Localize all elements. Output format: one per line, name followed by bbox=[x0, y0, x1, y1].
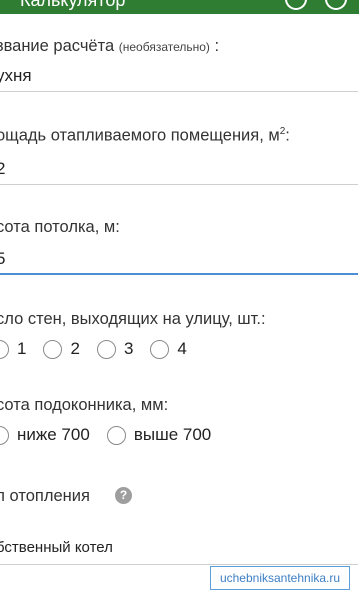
info-icon[interactable] bbox=[325, 0, 347, 10]
app-title: Калькулятор bbox=[20, 0, 126, 10]
walls-option-2[interactable]: 2 bbox=[43, 339, 80, 359]
walls-option-4[interactable]: 4 bbox=[150, 339, 187, 359]
walls-radio-group: 1 2 3 4 bbox=[0, 339, 204, 359]
walls-option-1[interactable]: 1 bbox=[0, 339, 26, 359]
radio-icon[interactable] bbox=[0, 425, 9, 445]
name-label: звание расчёта (необязательно) : bbox=[0, 37, 220, 55]
walls-option-3[interactable]: 3 bbox=[96, 339, 133, 359]
sill-label: сота подоконника, мм: bbox=[0, 396, 169, 414]
watermark: uchebniksantehnika.ru bbox=[210, 566, 350, 590]
ceiling-field[interactable]: 5 bbox=[0, 245, 358, 275]
heating-label: п отопления bbox=[0, 487, 90, 505]
heating-select[interactable]: бственный котел bbox=[0, 535, 358, 565]
app-bar: Калькулятор bbox=[0, 0, 359, 14]
walls-label: сло стен, выходящих на улицу, шт.: bbox=[0, 310, 266, 328]
ceiling-label: сота потолка, м: bbox=[0, 218, 120, 236]
name-field[interactable]: ухня bbox=[0, 62, 358, 92]
radio-icon[interactable] bbox=[106, 425, 126, 445]
area-value: 2 bbox=[0, 159, 6, 178]
help-icon[interactable]: ? bbox=[115, 487, 132, 504]
radio-icon[interactable] bbox=[150, 339, 170, 359]
radio-icon[interactable] bbox=[0, 339, 9, 359]
name-hint: (необязательно) bbox=[118, 40, 210, 54]
sill-radio-group: ниже 700 выше 700 bbox=[0, 425, 228, 445]
name-value: ухня bbox=[0, 66, 32, 85]
sill-option-below-700[interactable]: ниже 700 bbox=[0, 425, 90, 445]
area-field[interactable]: 2 bbox=[0, 155, 358, 185]
ceiling-value: 5 bbox=[0, 249, 6, 268]
radio-icon[interactable] bbox=[96, 339, 116, 359]
sill-option-above-700[interactable]: выше 700 bbox=[106, 425, 211, 445]
heating-value: бственный котел bbox=[0, 539, 113, 556]
settings-icon[interactable] bbox=[285, 0, 307, 10]
area-label: ощадь отапливаемого помещения, м2: bbox=[0, 126, 290, 145]
radio-icon[interactable] bbox=[43, 339, 63, 359]
